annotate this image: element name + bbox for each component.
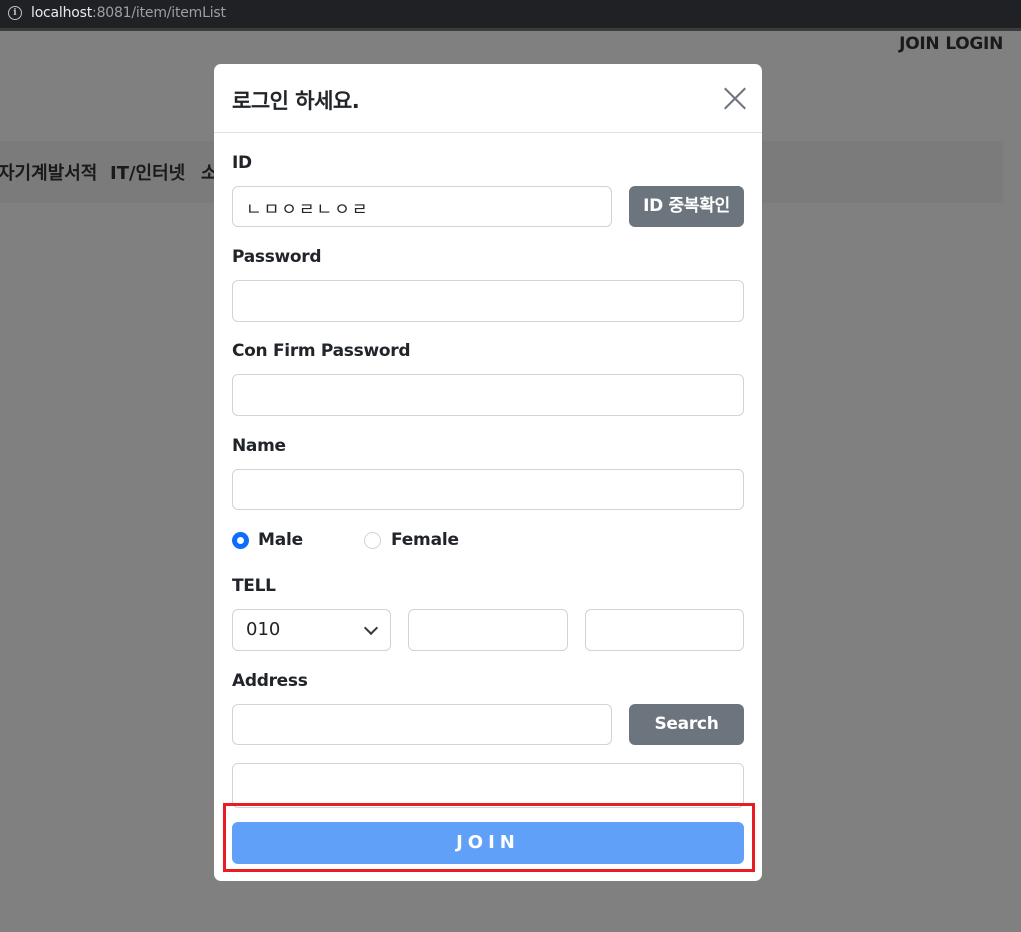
- join-modal: 로그인 하세요. ID ㄴㅁㅇㄹㄴㅇㄹ ID 중복확인 Password Con…: [214, 64, 762, 881]
- radio-female[interactable]: [364, 532, 381, 549]
- address-detail-input[interactable]: [232, 763, 744, 808]
- address-label: Address: [232, 671, 308, 691]
- name-input[interactable]: [232, 469, 744, 510]
- category-it-internet[interactable]: IT/인터넷: [110, 159, 185, 185]
- modal-header: 로그인 하세요.: [214, 64, 762, 133]
- tell-label: TELL: [232, 576, 276, 596]
- browser-address-bar[interactable]: i localhost:8081/item/itemList: [0, 0, 1021, 31]
- close-icon[interactable]: [722, 86, 748, 112]
- url-port: :8081: [92, 5, 132, 21]
- tell-prefix-value: 010: [246, 619, 281, 640]
- nav-login-link[interactable]: LOGIN: [945, 34, 1003, 54]
- modal-title: 로그인 하세요.: [232, 89, 360, 113]
- address-input[interactable]: [232, 704, 612, 745]
- chevron-down-icon: [363, 620, 379, 636]
- info-icon[interactable]: i: [8, 6, 22, 20]
- confirm-password-label: Con Firm Password: [232, 341, 411, 361]
- radio-male[interactable]: [232, 532, 249, 549]
- radio-female-label[interactable]: Female: [391, 530, 459, 550]
- address-search-button[interactable]: Search: [629, 704, 744, 745]
- id-check-button[interactable]: ID 중복확인: [629, 186, 744, 227]
- tell-prefix-select[interactable]: 010: [232, 609, 391, 651]
- tell-last-input[interactable]: [585, 609, 744, 651]
- radio-male-label[interactable]: Male: [258, 530, 303, 550]
- url-host: localhost: [31, 5, 93, 21]
- name-label: Name: [232, 436, 286, 456]
- nav-join-link[interactable]: JOIN: [899, 34, 939, 54]
- tell-middle-input[interactable]: [408, 609, 568, 651]
- url-path: /item/itemList: [131, 5, 226, 21]
- password-label: Password: [232, 247, 322, 267]
- category-self-development[interactable]: 자기계발서적: [0, 159, 97, 185]
- id-input[interactable]: ㄴㅁㅇㄹㄴㅇㄹ: [232, 186, 612, 227]
- id-label: ID: [232, 153, 252, 173]
- top-nav: JOIN LOGIN: [893, 34, 1003, 54]
- confirm-password-input[interactable]: [232, 374, 744, 416]
- password-input[interactable]: [232, 280, 744, 322]
- join-button[interactable]: JOIN: [232, 822, 744, 864]
- url-text[interactable]: localhost:8081/item/itemList: [31, 5, 226, 21]
